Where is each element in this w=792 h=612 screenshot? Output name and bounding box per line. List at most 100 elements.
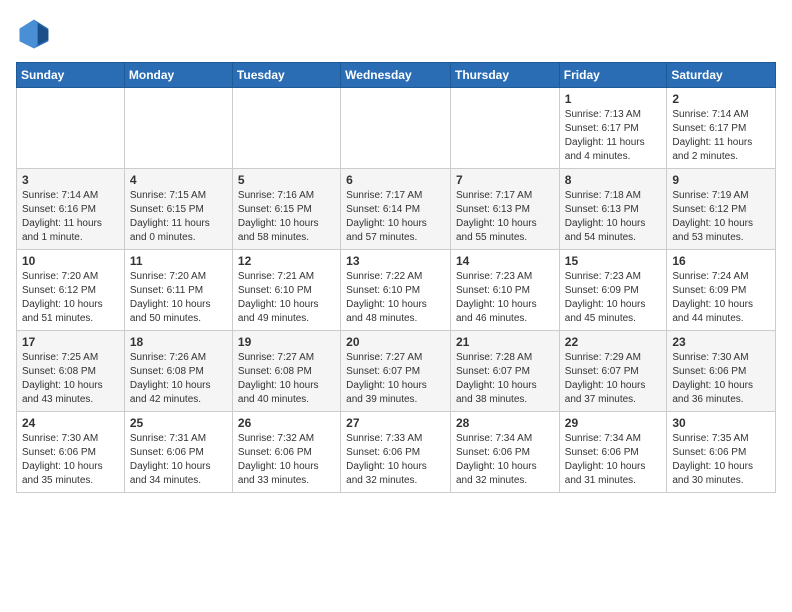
day-info: Sunrise: 7:29 AM Sunset: 6:07 PM Dayligh… xyxy=(565,351,663,407)
day-number: 11 xyxy=(130,254,228,268)
calendar-day-header: Thursday xyxy=(451,63,560,88)
day-info: Sunrise: 7:20 AM Sunset: 6:12 PM Dayligh… xyxy=(22,270,120,326)
calendar-day-cell xyxy=(451,88,560,169)
calendar-day-cell: 8 Sunrise: 7:18 AM Sunset: 6:13 PM Daylig… xyxy=(559,169,667,250)
calendar-day-cell: 21 Sunrise: 7:28 AM Sunset: 6:07 PM Dayli… xyxy=(451,331,560,412)
day-info: Sunrise: 7:34 AM Sunset: 6:06 PM Dayligh… xyxy=(456,432,555,488)
day-info: Sunrise: 7:28 AM Sunset: 6:07 PM Dayligh… xyxy=(456,351,555,407)
page: SundayMondayTuesdayWednesdayThursdayFrid… xyxy=(0,0,792,505)
calendar-day-cell: 1 Sunrise: 7:13 AM Sunset: 6:17 PM Daylig… xyxy=(559,88,667,169)
calendar-day-cell: 17 Sunrise: 7:25 AM Sunset: 6:08 PM Dayli… xyxy=(17,331,125,412)
calendar-day-cell xyxy=(124,88,232,169)
calendar-day-cell: 5Sunrise: 7:16 AM Sunset: 6:15 PM Daylig… xyxy=(232,169,340,250)
calendar-day-cell: 7Sunrise: 7:17 AM Sunset: 6:13 PM Daylig… xyxy=(451,169,560,250)
calendar-day-cell: 16 Sunrise: 7:24 AM Sunset: 6:09 PM Dayli… xyxy=(667,250,776,331)
day-number: 2 xyxy=(672,92,771,106)
calendar-week-row: 1 Sunrise: 7:13 AM Sunset: 6:17 PM Daylig… xyxy=(17,88,776,169)
day-info: Sunrise: 7:15 AM Sunset: 6:15 PM Dayligh… xyxy=(130,189,228,245)
calendar-day-cell: 15 Sunrise: 7:23 AM Sunset: 6:09 PM Dayli… xyxy=(559,250,667,331)
calendar-week-row: 24Sunrise: 7:30 AM Sunset: 6:06 PM Dayli… xyxy=(17,412,776,493)
calendar-day-header: Sunday xyxy=(17,63,125,88)
calendar-header-row: SundayMondayTuesdayWednesdayThursdayFrid… xyxy=(17,63,776,88)
calendar-day-cell: 28 Sunrise: 7:34 AM Sunset: 6:06 PM Dayli… xyxy=(451,412,560,493)
calendar-day-cell: 6 Sunrise: 7:17 AM Sunset: 6:14 PM Daylig… xyxy=(341,169,451,250)
calendar-day-header: Monday xyxy=(124,63,232,88)
day-number: 29 xyxy=(565,416,663,430)
day-info: Sunrise: 7:17 AM Sunset: 6:13 PM Dayligh… xyxy=(456,189,555,245)
day-info: Sunrise: 7:19 AM Sunset: 6:12 PM Dayligh… xyxy=(672,189,771,245)
calendar-day-header: Friday xyxy=(559,63,667,88)
calendar-day-cell: 2 Sunrise: 7:14 AM Sunset: 6:17 PM Daylig… xyxy=(667,88,776,169)
calendar-day-cell: 25 Sunrise: 7:31 AM Sunset: 6:06 PM Dayli… xyxy=(124,412,232,493)
calendar-week-row: 17 Sunrise: 7:25 AM Sunset: 6:08 PM Dayli… xyxy=(17,331,776,412)
day-info: Sunrise: 7:30 AM Sunset: 6:06 PM Dayligh… xyxy=(672,351,771,407)
day-number: 18 xyxy=(130,335,228,349)
calendar-day-cell xyxy=(341,88,451,169)
calendar-day-cell: 19 Sunrise: 7:27 AM Sunset: 6:08 PM Dayli… xyxy=(232,331,340,412)
day-number: 17 xyxy=(22,335,120,349)
day-number: 14 xyxy=(456,254,555,268)
day-number: 6 xyxy=(346,173,446,187)
calendar-day-cell xyxy=(17,88,125,169)
calendar-day-cell: 18 Sunrise: 7:26 AM Sunset: 6:08 PM Dayli… xyxy=(124,331,232,412)
calendar-day-cell: 11Sunrise: 7:20 AM Sunset: 6:11 PM Dayli… xyxy=(124,250,232,331)
day-number: 1 xyxy=(565,92,663,106)
day-info: Sunrise: 7:33 AM Sunset: 6:06 PM Dayligh… xyxy=(346,432,446,488)
day-number: 30 xyxy=(672,416,771,430)
day-number: 13 xyxy=(346,254,446,268)
calendar-day-cell: 4Sunrise: 7:15 AM Sunset: 6:15 PM Daylig… xyxy=(124,169,232,250)
logo xyxy=(16,16,58,52)
day-number: 12 xyxy=(238,254,336,268)
day-info: Sunrise: 7:17 AM Sunset: 6:14 PM Dayligh… xyxy=(346,189,446,245)
calendar-day-cell: 23 Sunrise: 7:30 AM Sunset: 6:06 PM Dayli… xyxy=(667,331,776,412)
calendar-day-cell xyxy=(232,88,340,169)
day-info: Sunrise: 7:27 AM Sunset: 6:07 PM Dayligh… xyxy=(346,351,446,407)
day-number: 3 xyxy=(22,173,120,187)
calendar-day-cell: 27 Sunrise: 7:33 AM Sunset: 6:06 PM Dayli… xyxy=(341,412,451,493)
day-info: Sunrise: 7:21 AM Sunset: 6:10 PM Dayligh… xyxy=(238,270,336,326)
day-number: 28 xyxy=(456,416,555,430)
day-number: 26 xyxy=(238,416,336,430)
calendar-day-cell: 13 Sunrise: 7:22 AM Sunset: 6:10 PM Dayli… xyxy=(341,250,451,331)
day-number: 10 xyxy=(22,254,120,268)
day-info: Sunrise: 7:14 AM Sunset: 6:17 PM Dayligh… xyxy=(672,108,771,164)
day-info: Sunrise: 7:23 AM Sunset: 6:10 PM Dayligh… xyxy=(456,270,555,326)
calendar-day-cell: 22Sunrise: 7:29 AM Sunset: 6:07 PM Dayli… xyxy=(559,331,667,412)
day-info: Sunrise: 7:22 AM Sunset: 6:10 PM Dayligh… xyxy=(346,270,446,326)
day-number: 19 xyxy=(238,335,336,349)
day-info: Sunrise: 7:34 AM Sunset: 6:06 PM Dayligh… xyxy=(565,432,663,488)
logo-icon xyxy=(16,16,52,52)
day-info: Sunrise: 7:14 AM Sunset: 6:16 PM Dayligh… xyxy=(22,189,120,245)
day-number: 16 xyxy=(672,254,771,268)
calendar-day-header: Tuesday xyxy=(232,63,340,88)
calendar-day-cell: 12 Sunrise: 7:21 AM Sunset: 6:10 PM Dayli… xyxy=(232,250,340,331)
day-number: 21 xyxy=(456,335,555,349)
calendar-week-row: 3 Sunrise: 7:14 AM Sunset: 6:16 PM Daylig… xyxy=(17,169,776,250)
calendar-day-cell: 26Sunrise: 7:32 AM Sunset: 6:06 PM Dayli… xyxy=(232,412,340,493)
day-info: Sunrise: 7:25 AM Sunset: 6:08 PM Dayligh… xyxy=(22,351,120,407)
day-info: Sunrise: 7:26 AM Sunset: 6:08 PM Dayligh… xyxy=(130,351,228,407)
day-number: 9 xyxy=(672,173,771,187)
calendar-day-cell: 14 Sunrise: 7:23 AM Sunset: 6:10 PM Dayli… xyxy=(451,250,560,331)
day-number: 23 xyxy=(672,335,771,349)
calendar-day-header: Saturday xyxy=(667,63,776,88)
day-info: Sunrise: 7:24 AM Sunset: 6:09 PM Dayligh… xyxy=(672,270,771,326)
day-info: Sunrise: 7:18 AM Sunset: 6:13 PM Dayligh… xyxy=(565,189,663,245)
calendar-day-cell: 3 Sunrise: 7:14 AM Sunset: 6:16 PM Daylig… xyxy=(17,169,125,250)
day-info: Sunrise: 7:23 AM Sunset: 6:09 PM Dayligh… xyxy=(565,270,663,326)
calendar-week-row: 10 Sunrise: 7:20 AM Sunset: 6:12 PM Dayli… xyxy=(17,250,776,331)
calendar-day-cell: 10 Sunrise: 7:20 AM Sunset: 6:12 PM Dayli… xyxy=(17,250,125,331)
day-number: 8 xyxy=(565,173,663,187)
day-info: Sunrise: 7:27 AM Sunset: 6:08 PM Dayligh… xyxy=(238,351,336,407)
day-number: 27 xyxy=(346,416,446,430)
header xyxy=(16,16,776,52)
calendar-day-header: Wednesday xyxy=(341,63,451,88)
day-number: 15 xyxy=(565,254,663,268)
calendar-day-cell: 9 Sunrise: 7:19 AM Sunset: 6:12 PM Daylig… xyxy=(667,169,776,250)
calendar-day-cell: 20 Sunrise: 7:27 AM Sunset: 6:07 PM Dayli… xyxy=(341,331,451,412)
day-info: Sunrise: 7:31 AM Sunset: 6:06 PM Dayligh… xyxy=(130,432,228,488)
day-info: Sunrise: 7:13 AM Sunset: 6:17 PM Dayligh… xyxy=(565,108,663,164)
day-number: 25 xyxy=(130,416,228,430)
day-number: 20 xyxy=(346,335,446,349)
calendar-day-cell: 24Sunrise: 7:30 AM Sunset: 6:06 PM Dayli… xyxy=(17,412,125,493)
